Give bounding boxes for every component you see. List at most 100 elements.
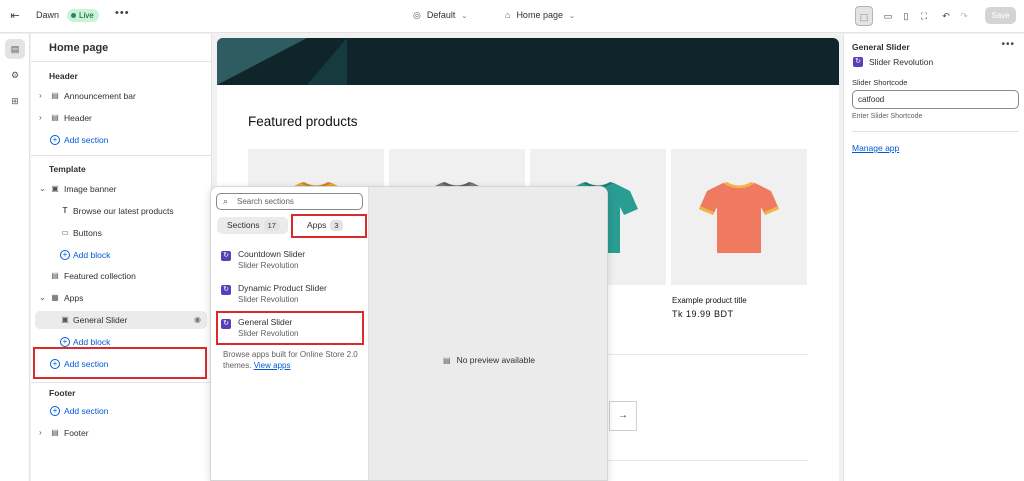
app-option-name: Dynamic Product Slider: [238, 283, 327, 293]
page-selector-label: Home page: [516, 10, 563, 20]
chevron-right-icon[interactable]: ›: [39, 109, 47, 127]
plus-circle-icon: +: [60, 250, 70, 260]
tree-item-image-banner[interactable]: ⌄ ▣ Image banner: [35, 180, 207, 198]
tree-item-label: Footer: [64, 428, 89, 438]
app-option-name: Countdown Slider: [238, 249, 306, 259]
highlight-add-section: [33, 347, 207, 379]
add-block-label: Add block: [73, 250, 111, 260]
desktop-preview-icon[interactable]: ▭: [879, 6, 897, 26]
section-icon: ▤: [51, 91, 59, 100]
group-label-template: Template: [49, 164, 86, 174]
chevron-down-icon[interactable]: ⌄: [39, 289, 47, 307]
chevron-down-icon: ⌄: [461, 13, 468, 20]
add-block-image-banner[interactable]: + Add block: [35, 246, 207, 264]
tree-item-browse-text[interactable]: T Browse our latest products: [35, 202, 207, 220]
panel-title: Home page: [49, 42, 109, 54]
fullscreen-icon[interactable]: ⛶: [915, 6, 933, 26]
group-label-footer: Footer: [49, 388, 76, 398]
tab-count-badge: 17: [263, 220, 280, 231]
arrow-right-icon[interactable]: →: [609, 401, 637, 431]
home-icon: ⌂: [505, 10, 511, 20]
settings-gear-icon[interactable]: ⚙: [5, 65, 25, 85]
live-dot-icon: [71, 13, 76, 18]
more-options-icon[interactable]: •••: [115, 7, 130, 19]
divider: [31, 382, 212, 383]
exit-icon[interactable]: ⇤: [8, 9, 22, 23]
divider: [31, 61, 212, 62]
tshirt-image: [699, 182, 779, 253]
app-name: Slider Revolution: [869, 57, 934, 67]
redo-icon[interactable]: ↷: [955, 6, 973, 26]
add-section-label: Add section: [64, 406, 109, 416]
chevron-right-icon[interactable]: ›: [39, 87, 47, 105]
search-input[interactable]: [237, 195, 357, 208]
page-selector[interactable]: ⌂ Home page ⌄: [505, 10, 575, 20]
picker-list: ⌕ Sections17 Apps3 ↻ Countdown Slider Sl…: [211, 187, 368, 480]
search-icon: ⌕: [223, 196, 229, 206]
sections-panel: Home page Header › ▤ Announcement bar › …: [31, 34, 212, 481]
preview-pane: ▤ No preview available: [368, 187, 607, 480]
save-button[interactable]: Save: [985, 7, 1016, 24]
app-option-countdown-slider[interactable]: ↻ Countdown Slider Slider Revolution: [216, 247, 363, 277]
app-option-vendor: Slider Revolution: [238, 295, 299, 304]
tab-sections-label: Sections: [227, 220, 260, 230]
tree-item-featured-collection[interactable]: ▤ Featured collection: [35, 267, 207, 285]
live-badge-label: Live: [79, 11, 94, 20]
tab-sections[interactable]: Sections 17: [217, 217, 288, 234]
theme-selector[interactable]: ◎ Default ⌄: [413, 10, 467, 21]
text-icon: T: [62, 206, 68, 215]
chevron-down-icon: ⌄: [568, 13, 575, 20]
section-icon: ▤: [51, 113, 59, 122]
theme-selector-label: Default: [426, 10, 456, 20]
undo-icon[interactable]: ↶: [937, 6, 955, 26]
tree-item-label: Apps: [64, 293, 84, 303]
visibility-icon[interactable]: ◉: [194, 311, 201, 329]
mobile-preview-icon[interactable]: ▯: [897, 6, 915, 26]
settings-title: General Slider: [852, 42, 910, 52]
manage-app-link[interactable]: Manage app: [852, 143, 899, 153]
tree-item-announcement-bar[interactable]: › ▤ Announcement bar: [35, 87, 207, 105]
add-section-header[interactable]: + Add section: [35, 131, 207, 149]
tree-item-label: Announcement bar: [64, 91, 136, 101]
no-preview-message: ▤ No preview available: [443, 355, 535, 365]
store-name: Dawn: [36, 10, 60, 20]
apps-icon: ▦: [51, 293, 59, 302]
tree-item-buttons[interactable]: ▭ Buttons: [35, 224, 207, 242]
tree-item-label: Image banner: [64, 184, 117, 194]
app-embeds-icon[interactable]: ⊞: [5, 91, 25, 111]
image-banner[interactable]: [217, 38, 839, 85]
search-field[interactable]: ⌕: [216, 193, 363, 210]
product-card[interactable]: [671, 149, 807, 285]
more-options-icon[interactable]: •••: [1001, 39, 1015, 50]
app-option-dynamic-product-slider[interactable]: ↻ Dynamic Product Slider Slider Revoluti…: [216, 281, 363, 311]
tree-item-header[interactable]: › ▤ Header: [35, 109, 207, 127]
chevron-down-icon[interactable]: ⌄: [39, 180, 47, 198]
tree-item-apps[interactable]: ⌄ ▦ Apps: [35, 289, 207, 307]
no-preview-label: No preview available: [456, 355, 535, 365]
highlight-apps-tab: [291, 214, 367, 238]
add-section-footer[interactable]: + Add section: [35, 402, 207, 420]
tree-item-footer[interactable]: › ▤ Footer: [35, 424, 207, 442]
banner-graphic: [307, 38, 347, 85]
layout-icon: ▤: [443, 356, 451, 365]
app-block-icon: ▣: [61, 315, 69, 324]
inspector-icon[interactable]: ⬚: [855, 6, 873, 26]
top-bar: ⇤ Dawn Live ••• ◎ Default ⌄ ⌂ Home page ⌄ ⬚ …: [0, 0, 1024, 33]
sections-icon[interactable]: ▤: [5, 39, 25, 59]
highlight-general-slider: [216, 311, 364, 345]
shortcode-input[interactable]: [852, 90, 1019, 109]
divider: [852, 131, 1019, 132]
product-title[interactable]: Example product title: [672, 296, 747, 305]
collection-icon: ▤: [51, 271, 59, 280]
live-badge: Live: [67, 9, 99, 22]
settings-panel: General Slider ••• ↻ Slider Revolution S…: [843, 34, 1024, 481]
group-label-header: Header: [49, 71, 78, 81]
view-apps-link[interactable]: View apps: [254, 361, 291, 370]
plus-circle-icon: +: [50, 406, 60, 416]
tree-item-general-slider[interactable]: ▣ General Slider ◉: [35, 311, 207, 329]
tree-item-label: General Slider: [73, 315, 128, 325]
chevron-right-icon[interactable]: ›: [39, 424, 47, 442]
shortcode-help-text: Enter Slider Shortcode: [852, 113, 923, 120]
globe-icon: ◎: [413, 10, 421, 20]
slider-revolution-icon: ↻: [221, 251, 231, 261]
